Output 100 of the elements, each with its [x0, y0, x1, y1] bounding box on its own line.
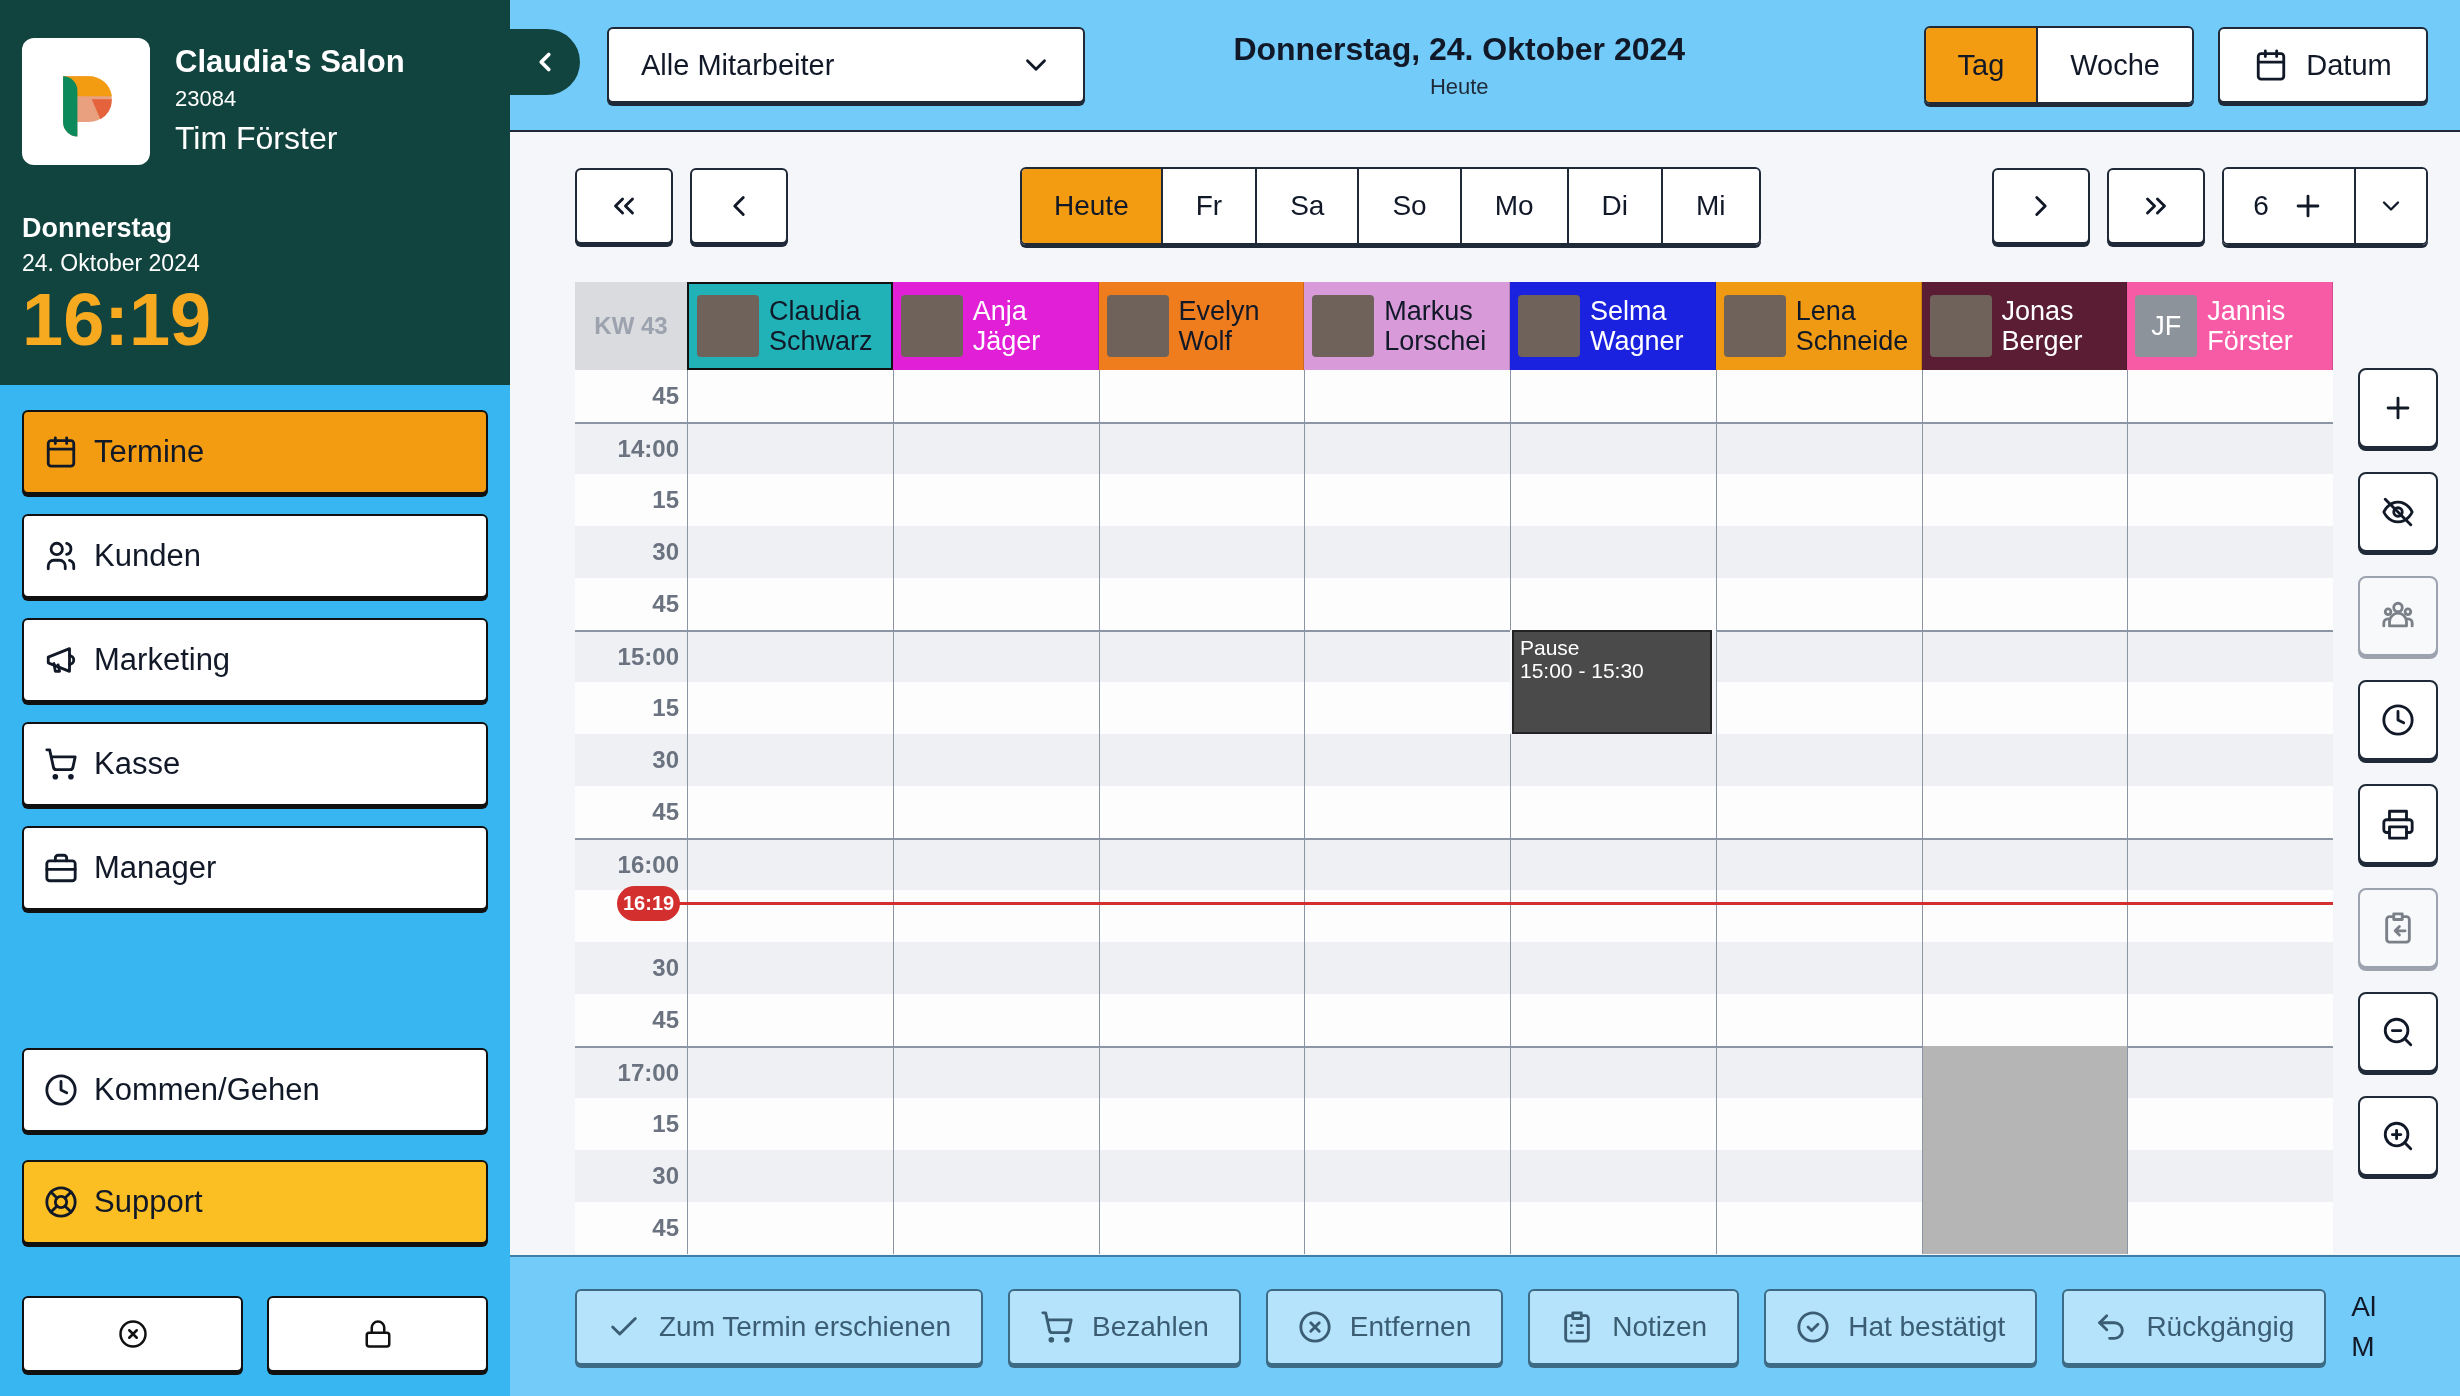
calendar-cell[interactable] — [892, 734, 1099, 786]
calendar-cell[interactable] — [892, 630, 1099, 682]
calendar-cell[interactable] — [1921, 786, 2128, 838]
calendar-cell[interactable] — [687, 890, 893, 942]
calendar-cell[interactable] — [892, 890, 1099, 942]
calendar-cell[interactable] — [1304, 942, 1510, 994]
calendar-cell[interactable] — [1098, 1098, 1305, 1150]
calendar-cell[interactable] — [1098, 1046, 1305, 1098]
calendar-cell[interactable] — [1304, 1202, 1510, 1254]
previous-day-button[interactable] — [690, 168, 788, 244]
day-tab[interactable]: Mi — [1661, 169, 1759, 243]
staff-header[interactable]: Lena Schneide — [1715, 282, 1922, 370]
calendar-cell[interactable] — [687, 942, 893, 994]
calendar-cell[interactable] — [1098, 682, 1305, 734]
calendar-cell[interactable] — [1921, 422, 2128, 474]
calendar-cell[interactable] — [2127, 786, 2333, 838]
calendar-cell[interactable] — [2127, 370, 2333, 422]
calendar-cell[interactable] — [1098, 1202, 1305, 1254]
calendar-cell[interactable] — [2127, 578, 2333, 630]
calendar-cell[interactable] — [1510, 942, 1716, 994]
calendar-cell[interactable] — [687, 370, 893, 422]
calendar-cell[interactable] — [1098, 474, 1305, 526]
calendar-cell[interactable] — [1510, 370, 1716, 422]
calendar-cell[interactable] — [2127, 474, 2333, 526]
action-button[interactable]: Notizen — [1528, 1288, 1740, 1365]
calendar-cell[interactable] — [892, 1202, 1099, 1254]
nav-item[interactable]: Kunden — [22, 514, 488, 598]
calendar-cell[interactable] — [2127, 422, 2333, 474]
calendar-cell[interactable] — [687, 838, 893, 890]
calendar-cell[interactable] — [687, 734, 893, 786]
calendar-cell[interactable] — [1304, 682, 1510, 734]
nav-item[interactable]: Marketing — [22, 618, 488, 702]
calendar-cell[interactable] — [892, 474, 1099, 526]
calendar-cell[interactable] — [1715, 1150, 1922, 1202]
calendar-cell[interactable] — [1510, 422, 1716, 474]
calendar-cell[interactable] — [1715, 578, 1922, 630]
calendar-cell[interactable] — [1510, 474, 1716, 526]
day-tab[interactable]: Heute — [1022, 169, 1161, 243]
nav-item[interactable]: Manager — [22, 826, 488, 910]
calendar-cell[interactable] — [1921, 682, 2128, 734]
calendar-cell[interactable] — [1098, 422, 1305, 474]
calendar-cell[interactable] — [2127, 1202, 2333, 1254]
calendar-cell[interactable] — [1921, 526, 2128, 578]
calendar-cell[interactable] — [1715, 890, 1922, 942]
calendar-cell[interactable] — [2127, 1150, 2333, 1202]
calendar-cell[interactable] — [1921, 370, 2128, 422]
calendar-cell[interactable] — [1715, 422, 1922, 474]
calendar-cell[interactable] — [1304, 1150, 1510, 1202]
calendar-cell[interactable] — [1304, 734, 1510, 786]
calendar-cell[interactable] — [2127, 890, 2333, 942]
day-tab[interactable]: Sa — [1255, 169, 1358, 243]
calendar-cell[interactable] — [1098, 578, 1305, 630]
calendar-cell[interactable] — [1304, 1046, 1510, 1098]
calendar-cell[interactable] — [1715, 526, 1922, 578]
calendar-cell[interactable] — [1715, 370, 1922, 422]
calendar-cell[interactable] — [1921, 630, 2128, 682]
calendar-cell[interactable] — [1304, 370, 1510, 422]
calendar-cell[interactable] — [1715, 1046, 1922, 1098]
calendar-cell[interactable] — [1715, 942, 1922, 994]
calendar-cell[interactable] — [687, 630, 893, 682]
calendar-cell[interactable] — [1715, 1202, 1922, 1254]
calendar-cell[interactable] — [687, 422, 893, 474]
previous-week-button[interactable] — [575, 168, 673, 244]
next-week-button[interactable] — [2107, 168, 2205, 244]
calendar-cell[interactable] — [1715, 682, 1922, 734]
calendar-cell[interactable] — [1304, 526, 1510, 578]
calendar-cell[interactable] — [687, 1150, 893, 1202]
calendar-cell[interactable] — [892, 1150, 1099, 1202]
calendar-cell[interactable] — [892, 578, 1099, 630]
action-button[interactable]: Entfernen — [1265, 1288, 1504, 1365]
action-button[interactable]: Bezahlen — [1008, 1288, 1241, 1365]
calendar-cell[interactable] — [2127, 838, 2333, 890]
nav-item[interactable]: Termine — [22, 410, 488, 494]
calendar-cell[interactable] — [892, 526, 1099, 578]
calendar-cell[interactable] — [1510, 786, 1716, 838]
view-tab[interactable]: Woche — [2036, 28, 2192, 102]
calendar-cell[interactable] — [687, 526, 893, 578]
calendar-cell[interactable] — [892, 682, 1099, 734]
view-tab[interactable]: Tag — [1925, 28, 2037, 102]
column-count-dropdown[interactable] — [2354, 169, 2426, 243]
calendar-cell[interactable] — [687, 578, 893, 630]
day-tab[interactable]: Mo — [1459, 169, 1567, 243]
calendar-cell[interactable] — [2127, 630, 2333, 682]
calendar-cell[interactable] — [892, 370, 1099, 422]
calendar-cell[interactable] — [2127, 942, 2333, 994]
calendar-cell[interactable] — [2127, 994, 2333, 1046]
calendar-cell[interactable] — [2127, 734, 2333, 786]
calendar-cell[interactable] — [1098, 890, 1305, 942]
calendar-cell[interactable] — [1510, 1150, 1716, 1202]
calendar-cell[interactable] — [1304, 786, 1510, 838]
staff-filter-dropdown[interactable]: Alle Mitarbeiter — [607, 27, 1085, 103]
calendar-cell[interactable] — [1304, 994, 1510, 1046]
action-button[interactable]: Hat bestätigt — [1764, 1288, 2038, 1365]
calendar-cell[interactable] — [1715, 630, 1922, 682]
zoom-out-button[interactable] — [2358, 992, 2438, 1072]
calendar-cell[interactable] — [1304, 890, 1510, 942]
calendar-cell[interactable] — [1098, 526, 1305, 578]
calendar-cell[interactable] — [2127, 1046, 2333, 1098]
action-button[interactable]: Zum Termin erschienen — [575, 1288, 984, 1365]
calendar-cell[interactable] — [1510, 526, 1716, 578]
